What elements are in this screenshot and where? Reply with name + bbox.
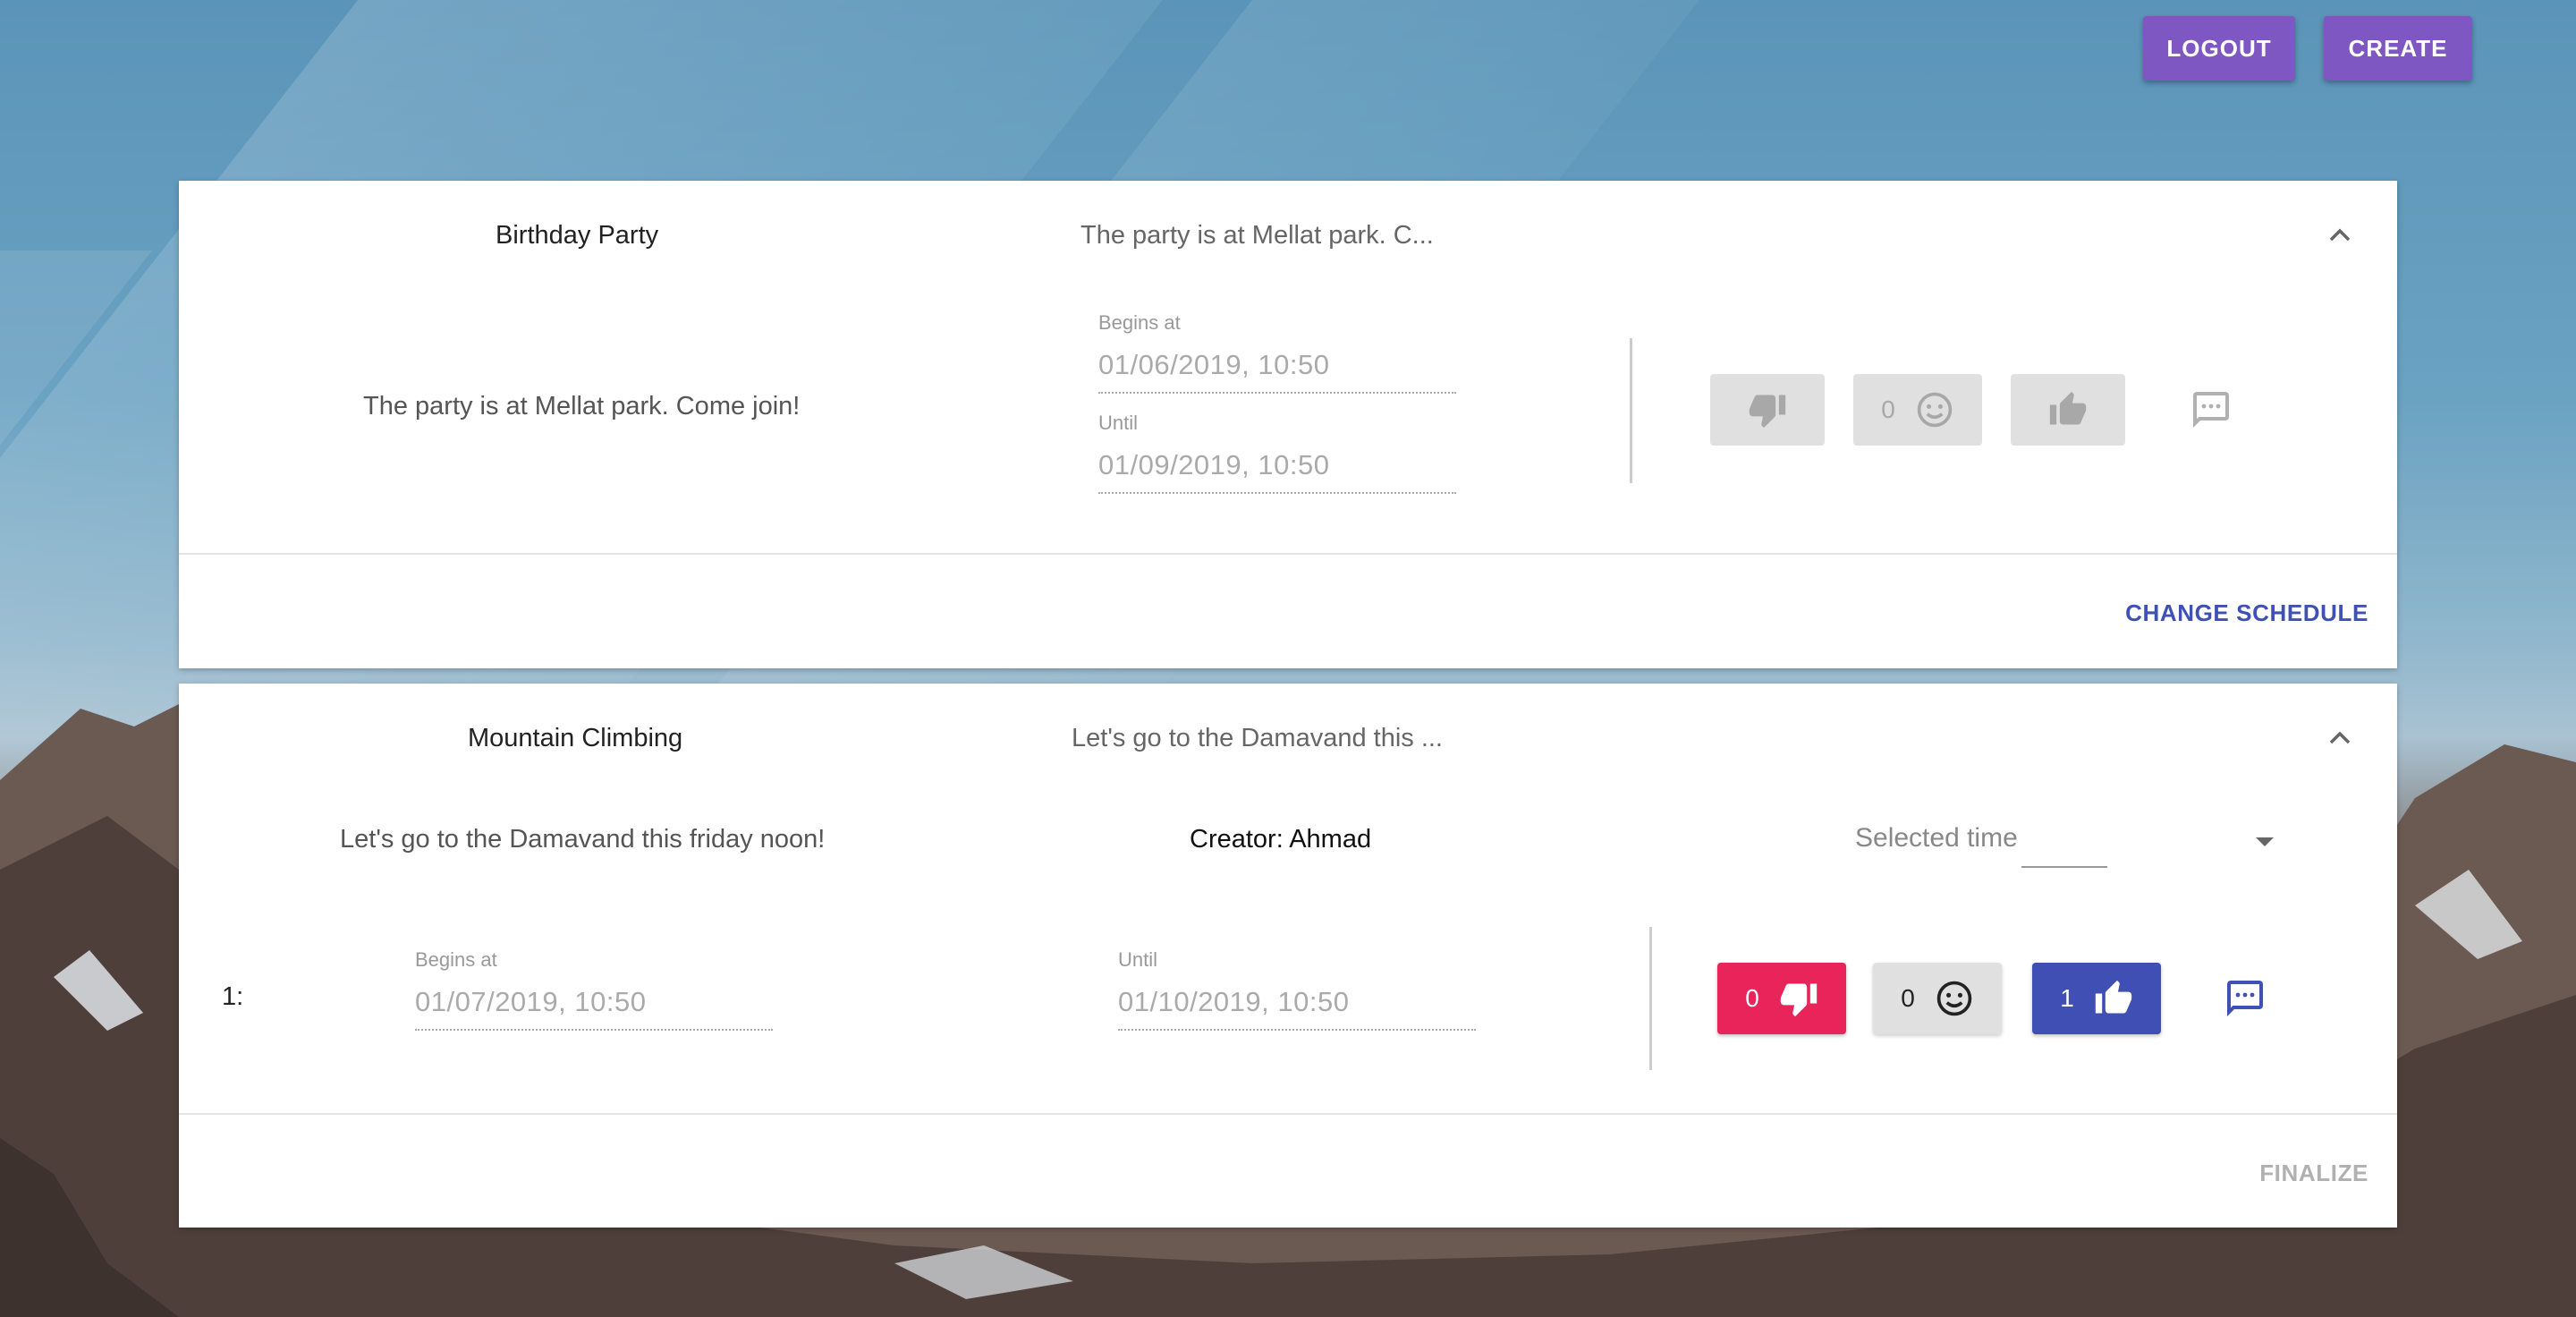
neutral-button[interactable]: 0 bbox=[1873, 963, 2002, 1034]
thumb-up-icon bbox=[2094, 979, 2133, 1018]
event-summary: The party is at Mellat park. C... bbox=[1080, 221, 1434, 250]
smiley-icon bbox=[1915, 390, 1954, 429]
like-button[interactable]: 1 bbox=[2032, 963, 2161, 1034]
like-count: 1 bbox=[2060, 984, 2074, 1012]
event-card: Mountain Climbing Let's go to the Damava… bbox=[179, 684, 2397, 1228]
until-field[interactable]: 01/09/2019, 10:50 bbox=[1098, 449, 1329, 481]
dislike-button[interactable] bbox=[1710, 374, 1825, 446]
neutral-button[interactable]: 0 bbox=[1853, 374, 1982, 446]
begins-at-field[interactable]: 01/07/2019, 10:50 bbox=[415, 986, 646, 1018]
begins-at-label: Begins at bbox=[1098, 311, 1181, 334]
selected-time-placeholder: Selected time bbox=[1855, 823, 2018, 853]
smiley-icon bbox=[1935, 979, 1974, 1018]
until-field[interactable]: 01/10/2019, 10:50 bbox=[1118, 986, 1349, 1018]
event-title: Birthday Party bbox=[496, 221, 659, 250]
dislike-button[interactable]: 0 bbox=[1717, 963, 1846, 1034]
neutral-count: 0 bbox=[1901, 984, 1915, 1012]
event-description: Let's go to the Damavand this friday noo… bbox=[340, 825, 826, 854]
field-underline bbox=[1098, 492, 1456, 494]
event-description: The party is at Mellat park. Come join! bbox=[363, 392, 801, 421]
card-divider bbox=[179, 1113, 2397, 1115]
comment-icon[interactable] bbox=[2190, 388, 2233, 431]
create-button[interactable]: CREATE bbox=[2324, 16, 2472, 81]
event-summary: Let's go to the Damavand this ... bbox=[1072, 724, 1443, 752]
schedule-index: 1: bbox=[222, 982, 244, 1011]
until-label: Until bbox=[1118, 948, 1158, 971]
event-title: Mountain Climbing bbox=[468, 724, 683, 752]
comment-icon[interactable] bbox=[2224, 977, 2267, 1020]
chevron-up-icon[interactable] bbox=[2326, 726, 2354, 748]
neutral-count: 0 bbox=[1881, 395, 1895, 423]
dropdown-arrow-icon[interactable] bbox=[2256, 837, 2274, 848]
field-underline bbox=[1118, 1029, 1476, 1031]
logout-button[interactable]: LOGOUT bbox=[2143, 16, 2295, 81]
field-underline bbox=[415, 1029, 773, 1031]
until-label: Until bbox=[1098, 412, 1139, 434]
card-divider bbox=[179, 553, 2397, 555]
chevron-up-icon[interactable] bbox=[2326, 224, 2354, 245]
event-card: Birthday Party The party is at Mellat pa… bbox=[179, 181, 2397, 668]
field-underline bbox=[1098, 392, 1456, 394]
thumb-down-icon bbox=[1748, 390, 1787, 429]
begins-at-label: Begins at bbox=[415, 948, 497, 971]
thumb-down-icon bbox=[1779, 979, 1818, 1018]
change-schedule-button[interactable]: CHANGE SCHEDULE bbox=[2125, 599, 2368, 627]
begins-at-field[interactable]: 01/06/2019, 10:50 bbox=[1098, 349, 1329, 381]
select-underline[interactable] bbox=[2021, 866, 2107, 868]
dislike-count: 0 bbox=[1745, 984, 1759, 1012]
finalize-button[interactable]: FINALIZE bbox=[2259, 1160, 2368, 1187]
vertical-divider bbox=[1630, 338, 1632, 483]
thumb-up-icon bbox=[2048, 390, 2088, 429]
like-button[interactable] bbox=[2011, 374, 2125, 446]
vertical-divider bbox=[1649, 927, 1652, 1070]
event-creator: Creator: Ahmad bbox=[1190, 825, 1372, 854]
